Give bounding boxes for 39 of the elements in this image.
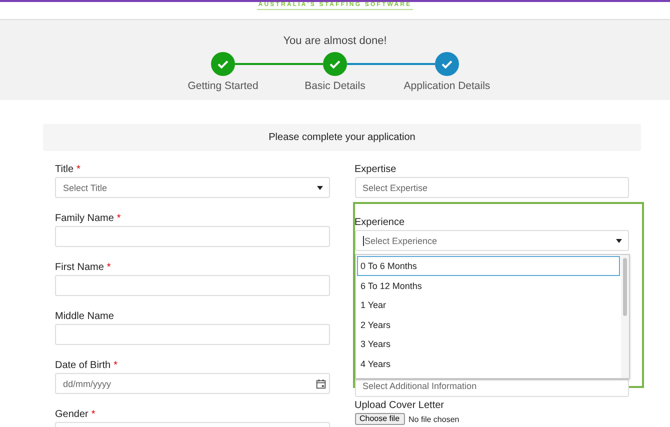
field-label: Expertise [354, 163, 398, 177]
required-mark: * [116, 212, 121, 226]
field-label: Experience [354, 217, 405, 228]
field-label: First Name [55, 261, 104, 275]
required-mark: * [76, 163, 80, 177]
input-field[interactable] [55, 324, 330, 345]
dropdown-option[interactable]: 1 Year [356, 295, 620, 314]
progress-title: You are almost done! [283, 35, 387, 47]
field-label: Title [55, 163, 74, 177]
scrollbar[interactable] [620, 255, 628, 378]
input-field[interactable] [55, 275, 330, 296]
dropdown-option[interactable]: 4 Years [356, 354, 620, 373]
form-heading: Please complete your application [43, 124, 641, 151]
step-label: Application Details [404, 80, 490, 92]
step-label: Basic Details [304, 80, 366, 92]
field-label: Family Name [55, 212, 114, 226]
file-status: No file chosen [408, 414, 460, 424]
required-mark: * [91, 408, 96, 422]
field-label: Gender [55, 408, 88, 422]
required-mark: * [106, 261, 111, 275]
dropdown-option[interactable]: 2 Years [356, 314, 620, 334]
field-label: Upload Cover Letter [354, 399, 445, 413]
dropdown-option[interactable]: 0 To 6 Months [356, 256, 620, 276]
required-mark: * [114, 359, 118, 373]
caret-icon [616, 239, 622, 243]
caret-icon [316, 186, 322, 190]
field-label: Date of Birth [55, 359, 111, 373]
select-field[interactable]: Select Expertise [354, 177, 629, 198]
step-label: Getting Started [188, 80, 258, 92]
select-field[interactable]: Select Additional Information [354, 379, 629, 397]
date-field[interactable]: dd/mm/yyyy [55, 373, 330, 394]
field-label: Middle Name [55, 310, 114, 324]
input-field[interactable] [55, 226, 330, 247]
select-field[interactable]: Select Title [55, 177, 330, 198]
choose-file-button[interactable]: Choose file [354, 413, 405, 425]
dropdown-option[interactable]: 3 Years [356, 334, 620, 354]
calendar-icon [316, 379, 326, 389]
select-field[interactable]: Select Experience [354, 230, 629, 251]
dropdown-option[interactable]: 6 To 12 Months [356, 276, 620, 295]
